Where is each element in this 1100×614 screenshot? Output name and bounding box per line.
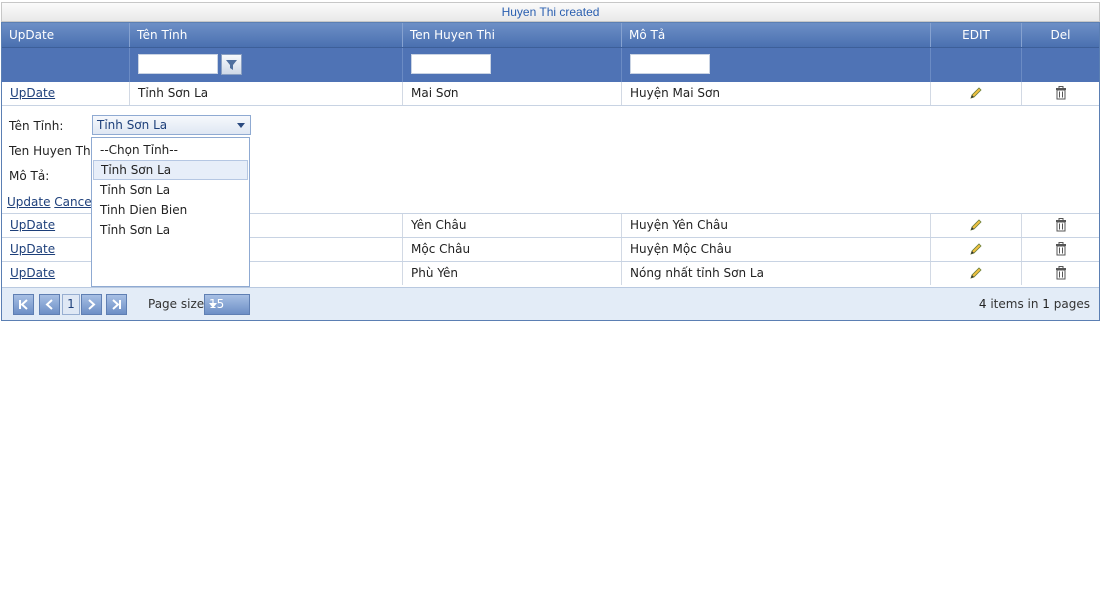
cancel-button[interactable]: Cancel — [54, 195, 95, 209]
column-header-ten-huyen-thi[interactable]: Ten Huyen Thi — [403, 23, 622, 47]
cell-mo-ta: Nóng nhất tỉnh Sơn La — [622, 262, 931, 285]
filter-icon[interactable] — [221, 54, 242, 75]
edit-cell — [931, 262, 1022, 285]
trash-icon[interactable] — [1054, 241, 1068, 256]
page-size-label: Page size: — [148, 297, 209, 311]
table-row: UpDate Tỉnh Sơn La Mai Sơn Huyện Mai Sơn — [2, 82, 1099, 106]
ten-tinh-filter-input[interactable] — [138, 54, 218, 74]
ten-huyen-thi-label: Ten Huyen Thi: — [9, 144, 98, 158]
pencil-icon[interactable] — [969, 266, 983, 280]
dropdown-option[interactable]: Tỉnh Sơn La — [93, 220, 248, 240]
dropdown-option[interactable]: Tỉnh Sơn La — [93, 180, 248, 200]
trash-icon[interactable] — [1054, 265, 1068, 280]
pager: 1 Page size: 15 4 items in 1 pages — [2, 287, 1099, 320]
ten-tinh-label: Tên Tỉnh: — [9, 119, 64, 133]
update-link[interactable]: UpDate — [10, 218, 55, 232]
column-header-del[interactable]: Del — [1022, 23, 1099, 47]
pencil-icon[interactable] — [969, 86, 983, 100]
last-page-icon[interactable] — [106, 294, 127, 315]
prev-page-icon[interactable] — [39, 294, 60, 315]
cell-ten-huyen-thi: Phù Yên — [403, 262, 622, 285]
chevron-down-icon[interactable] — [237, 123, 245, 128]
pencil-icon[interactable] — [969, 218, 983, 232]
pager-info: 4 items in 1 pages — [979, 294, 1090, 315]
cell-mo-ta: Huyện Mộc Châu — [622, 238, 931, 261]
ten-tinh-combobox[interactable]: Tỉnh Sơn La — [92, 115, 251, 135]
update-button[interactable]: Update — [7, 195, 50, 209]
grid-header: UpDate Tên Tỉnh Ten Huyen Thi Mô Tả EDIT… — [2, 23, 1099, 48]
dropdown-option-selected[interactable]: Tỉnh Sơn La — [93, 160, 248, 180]
mo-ta-filter-input[interactable] — [630, 54, 710, 74]
delete-cell — [1022, 238, 1099, 261]
delete-cell — [1022, 214, 1099, 237]
edit-cell — [931, 214, 1022, 237]
cell-ten-huyen-thi: Mộc Châu — [403, 238, 622, 261]
column-header-ten-tinh[interactable]: Tên Tỉnh — [130, 23, 403, 47]
items-count: 4 — [978, 297, 987, 311]
ten-tinh-dropdown-list: --Chọn Tỉnh-- Tỉnh Sơn La Tỉnh Sơn La Ti… — [91, 137, 250, 287]
edit-cell — [931, 82, 1022, 105]
update-link[interactable]: UpDate — [10, 242, 55, 256]
pages-count: 1 — [1042, 297, 1050, 311]
cell-ten-huyen-thi: Yên Châu — [403, 214, 622, 237]
status-message: Huyen Thi created — [1, 2, 1100, 22]
pages-suffix-text: pages — [1053, 297, 1090, 311]
column-header-mo-ta[interactable]: Mô Tả — [622, 23, 931, 47]
delete-cell — [1022, 82, 1099, 105]
edit-form-actions: Update Cancel — [7, 195, 95, 209]
cell-ten-huyen-thi: Mai Sơn — [403, 82, 622, 105]
first-page-icon[interactable] — [13, 294, 34, 315]
next-page-icon[interactable] — [81, 294, 102, 315]
update-link[interactable]: UpDate — [10, 86, 55, 100]
delete-cell — [1022, 262, 1099, 285]
update-link[interactable]: UpDate — [10, 266, 55, 280]
cell-mo-ta: Huyện Yên Châu — [622, 214, 931, 237]
mo-ta-label: Mô Tả: — [9, 169, 50, 183]
ten-tinh-selected-value: Tỉnh Sơn La — [97, 118, 168, 132]
pencil-icon[interactable] — [969, 242, 983, 256]
trash-icon[interactable] — [1054, 85, 1068, 100]
page-number-button[interactable]: 1 — [62, 294, 80, 315]
cell-mo-ta: Huyện Mai Sơn — [622, 82, 931, 105]
trash-icon[interactable] — [1054, 217, 1068, 232]
dropdown-option[interactable]: --Chọn Tỉnh-- — [93, 140, 248, 160]
ten-huyen-thi-filter-input[interactable] — [411, 54, 491, 74]
items-mid-text: items in — [990, 297, 1039, 311]
column-header-edit[interactable]: EDIT — [931, 23, 1022, 47]
dropdown-option[interactable]: Tinh Dien Bien — [93, 200, 248, 220]
cell-ten-tinh: Tỉnh Sơn La — [130, 82, 403, 105]
edit-cell — [931, 238, 1022, 261]
chevron-down-icon[interactable] — [209, 303, 217, 308]
column-header-update[interactable]: UpDate — [2, 23, 130, 47]
page-size-select[interactable]: 15 — [204, 294, 250, 315]
